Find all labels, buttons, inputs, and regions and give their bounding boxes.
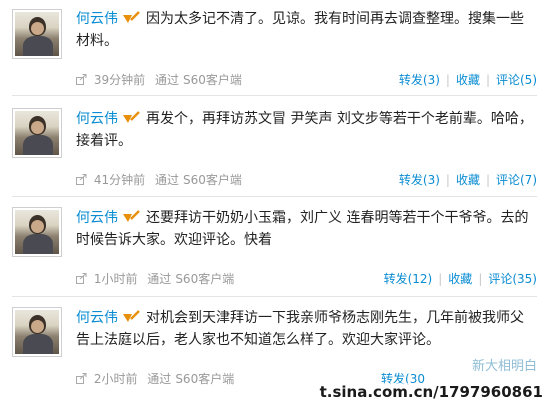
post-meta: 41分钟前 通过 S60客户端 转发(3) | 收藏 | 评论(7) (76, 171, 537, 189)
author-name[interactable]: 何云伟 (76, 11, 118, 27)
separator: | (445, 73, 450, 87)
post-actions: 转发(3) | 收藏 | 评论(5) (399, 71, 537, 89)
separator: | (445, 173, 450, 187)
post-meta: 39分钟前 通过 S60客户端 转发(3) | 收藏 | 评论(5) (76, 71, 537, 89)
separator: | (478, 272, 483, 286)
divider (12, 296, 537, 297)
share-icon (76, 174, 87, 185)
post-actions: 转发(3) | 收藏 | 评论(7) (399, 171, 537, 189)
post-text: 再发个，再拜访苏文冒 尹笑声 刘文步等若干个老前辈。哈哈，接着评。 (76, 111, 533, 149)
client-name[interactable]: S60客户端 (175, 372, 234, 386)
divider (12, 196, 537, 197)
client-name[interactable]: S60客户端 (183, 173, 242, 187)
favorite-button[interactable]: 收藏 (456, 73, 480, 87)
logo-watermark: 新大相明白 (471, 359, 537, 374)
avatar[interactable] (12, 9, 62, 59)
client-name[interactable]: S60客户端 (175, 272, 234, 286)
post-text: 因为太多记不清了。见谅。我有时间再去调查整理。搜集一些材料。 (76, 11, 524, 49)
post-actions: 转发(12) | 收藏 | 评论(35) (384, 270, 537, 288)
author-name[interactable]: 何云伟 (76, 111, 118, 127)
weibo-feed: 何云伟 因为太多记不清了。见谅。我有时间再去调查整理。搜集一些材料。 39分钟前 … (0, 0, 549, 405)
post-time[interactable]: 2小时前 (94, 372, 138, 386)
post-body: 何云伟 对机会到天津拜访一下我亲师爷杨志刚先生，几年前被我师父告上法庭以后，老人家… (76, 307, 535, 351)
post-body: 何云伟 因为太多记不清了。见谅。我有时间再去调查整理。搜集一些材料。 (76, 8, 535, 52)
avatar[interactable] (12, 207, 62, 257)
repost-button[interactable]: 转发(3) (399, 173, 440, 187)
favorite-button[interactable]: 收藏 (456, 173, 480, 187)
comment-button[interactable]: 评论(35) (488, 272, 537, 286)
repost-button[interactable]: 转发(3) (399, 73, 440, 87)
via-label: 通过 (154, 73, 179, 87)
separator: | (438, 272, 443, 286)
post-body: 何云伟 再发个，再拜访苏文冒 尹笑声 刘文步等若干个老前辈。哈哈，接着评。 (76, 108, 535, 152)
share-icon (76, 74, 87, 85)
author-name[interactable]: 何云伟 (76, 310, 118, 326)
verified-v-icon (122, 310, 140, 324)
avatar[interactable] (12, 108, 62, 158)
post-text: 对机会到天津拜访一下我亲师爷杨志刚先生，几年前被我师父告上法庭以后，老人家也不知… (76, 310, 524, 348)
url-watermark: t.sina.com.cn/1797960861 (317, 383, 545, 401)
divider (12, 95, 537, 96)
post-time[interactable]: 1小时前 (94, 272, 138, 286)
comment-button[interactable]: 评论(5) (496, 73, 537, 87)
verified-v-icon (122, 210, 140, 224)
avatar[interactable] (12, 307, 62, 357)
verified-v-icon (122, 11, 140, 25)
verified-v-icon (122, 111, 140, 125)
share-icon (76, 273, 87, 284)
share-icon (76, 373, 87, 384)
post-text: 还要拜访干奶奶小玉霜，刘广义 连春明等若干个干爷爷。去的时候告诉大家。欢迎评论。… (76, 210, 529, 248)
separator: | (485, 173, 490, 187)
via-label: 通过 (147, 272, 172, 286)
post-time[interactable]: 41分钟前 (94, 173, 145, 187)
post-time[interactable]: 39分钟前 (94, 73, 145, 87)
author-name[interactable]: 何云伟 (76, 210, 118, 226)
comment-button[interactable]: 评论(7) (496, 173, 537, 187)
via-label: 通过 (154, 173, 179, 187)
favorite-button[interactable]: 收藏 (448, 272, 472, 286)
post-meta: 1小时前 通过 S60客户端 转发(12) | 收藏 | 评论(35) (76, 270, 537, 288)
repost-button[interactable]: 转发(12) (384, 272, 433, 286)
post-body: 何云伟 还要拜访干奶奶小玉霜，刘广义 连春明等若干个干爷爷。去的时候告诉大家。欢迎… (76, 207, 535, 251)
via-label: 通过 (147, 372, 172, 386)
client-name[interactable]: S60客户端 (183, 73, 242, 87)
separator: | (485, 73, 490, 87)
